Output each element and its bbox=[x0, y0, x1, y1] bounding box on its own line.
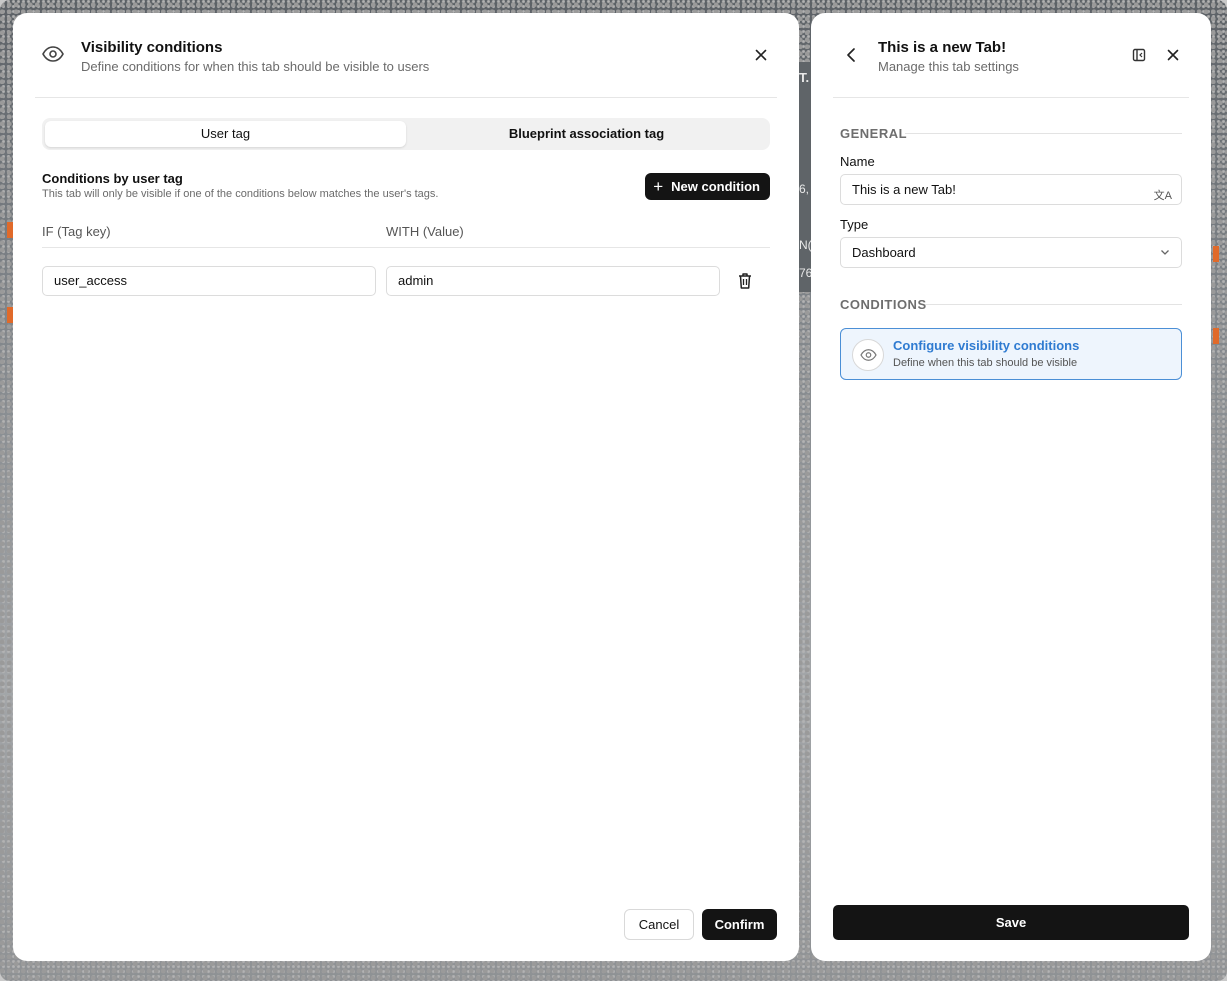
config-eye-badge bbox=[852, 339, 884, 371]
type-select[interactable]: Dashboard bbox=[840, 237, 1182, 268]
tab-blueprint-association-tag[interactable]: Blueprint association tag bbox=[406, 121, 767, 147]
tag-type-switch: User tag Blueprint association tag bbox=[42, 118, 770, 150]
conditions-section-title: Conditions by user tag bbox=[42, 171, 183, 186]
general-section-label: GENERAL bbox=[840, 126, 908, 141]
new-condition-label: New condition bbox=[671, 179, 760, 194]
translate-icon[interactable]: 文A bbox=[1154, 182, 1172, 211]
configure-visibility-description: Define when this tab should be visible bbox=[893, 357, 1078, 369]
visibility-conditions-modal: Visibility conditions Define conditions … bbox=[13, 13, 799, 961]
conditions-section-label: CONDITIONS bbox=[840, 297, 927, 312]
configure-visibility-title: Configure visibility conditions bbox=[893, 338, 1080, 353]
plus-icon: + bbox=[653, 177, 664, 196]
panel-subtitle: Manage this tab settings bbox=[878, 59, 1019, 74]
cancel-button[interactable]: Cancel bbox=[624, 909, 694, 940]
save-button[interactable]: Save bbox=[833, 905, 1189, 940]
conditions-section-description: This tab will only be visible if one of … bbox=[42, 188, 439, 200]
close-icon bbox=[755, 49, 767, 61]
name-input[interactable]: This is a new Tab! 文A bbox=[840, 174, 1182, 205]
section-divider bbox=[925, 304, 1182, 305]
section-divider bbox=[905, 133, 1182, 134]
collapse-panel-button[interactable] bbox=[1127, 43, 1151, 67]
delete-condition-button[interactable] bbox=[735, 270, 755, 292]
new-condition-button[interactable]: + New condition bbox=[645, 173, 770, 200]
peek-text: T. bbox=[799, 70, 810, 85]
close-icon bbox=[1167, 49, 1179, 61]
peek-text: 6, bbox=[799, 182, 810, 196]
column-header-value: WITH (Value) bbox=[386, 224, 464, 239]
modal-title: Visibility conditions bbox=[81, 39, 223, 56]
tab-settings-panel: This is a new Tab! Manage this tab setti… bbox=[811, 13, 1211, 961]
tab-user-tag[interactable]: User tag bbox=[45, 121, 406, 147]
confirm-button[interactable]: Confirm bbox=[702, 909, 777, 940]
configure-visibility-card[interactable]: Configure visibility conditions Define w… bbox=[840, 328, 1182, 380]
modal-subtitle: Define conditions for when this tab shou… bbox=[81, 59, 430, 74]
chevron-down-icon bbox=[1161, 250, 1169, 255]
peek-text: N( bbox=[799, 238, 812, 252]
name-input-value: This is a new Tab! bbox=[852, 182, 956, 197]
back-button[interactable] bbox=[841, 43, 863, 67]
modal-header: Visibility conditions Define conditions … bbox=[35, 13, 777, 98]
type-label: Type bbox=[840, 217, 869, 232]
panel-header: This is a new Tab! Manage this tab setti… bbox=[833, 13, 1189, 98]
panel-title: This is a new Tab! bbox=[878, 39, 1007, 56]
type-select-value: Dashboard bbox=[852, 245, 916, 260]
background-stripe bbox=[1213, 328, 1219, 344]
eye-icon bbox=[42, 46, 64, 62]
close-panel-button[interactable] bbox=[1161, 43, 1185, 67]
header-divider bbox=[42, 247, 770, 248]
tag-value-input[interactable]: admin bbox=[386, 266, 720, 296]
close-modal-button[interactable] bbox=[749, 43, 773, 67]
panel-collapse-icon bbox=[1132, 48, 1146, 62]
background-stripe bbox=[1213, 246, 1219, 262]
column-header-tag-key: IF (Tag key) bbox=[42, 224, 111, 239]
name-label: Name bbox=[840, 154, 875, 169]
chevron-left-icon bbox=[847, 48, 855, 62]
tag-key-input[interactable]: user_access bbox=[42, 266, 376, 296]
trash-icon bbox=[739, 273, 751, 289]
eye-icon bbox=[859, 349, 877, 361]
